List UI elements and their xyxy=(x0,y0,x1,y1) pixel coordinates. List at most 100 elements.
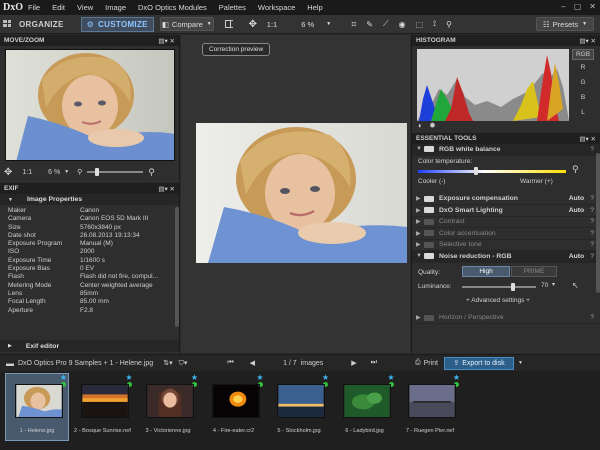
main-image[interactable] xyxy=(196,123,407,263)
luminance-value[interactable]: 70 xyxy=(541,282,548,289)
navigator-1-1-button[interactable]: 1:1 xyxy=(22,169,32,176)
maximize-button[interactable]: ▢ xyxy=(574,2,582,11)
panel-menu-icon[interactable]: ▤▾ ✕ xyxy=(158,37,175,45)
color-temp-slider[interactable] xyxy=(418,169,566,173)
channel-b[interactable]: B xyxy=(572,90,594,105)
zoom-1-1-button[interactable]: 1:1 xyxy=(264,17,280,31)
stepper-icon[interactable]: ▾ xyxy=(552,281,555,288)
zoom-percent-select[interactable]: 6 % ▼ xyxy=(298,17,334,31)
tool-toggle[interactable] xyxy=(424,218,434,225)
menu-image[interactable]: Image xyxy=(99,3,132,12)
tool-row[interactable]: ▶ Contrast? xyxy=(412,217,600,228)
tool-toggle[interactable] xyxy=(424,241,434,248)
white-balance-header[interactable]: ▼ RGB white balance ? xyxy=(412,144,600,156)
menu-workspace[interactable]: Workspace xyxy=(252,3,301,12)
zoom-out-icon[interactable]: ⚲ xyxy=(77,168,82,176)
panel-menu-icon[interactable]: ▤▾ ✕ xyxy=(158,185,175,193)
help-icon[interactable]: ? xyxy=(590,218,594,225)
star-icon[interactable]: ★ xyxy=(125,373,132,382)
export-to-disk-button[interactable]: ⇪ Export to disk xyxy=(443,356,514,370)
thumbnail-item[interactable]: ★ 1 - Helene.jpg xyxy=(5,373,69,440)
help-icon[interactable]: ? xyxy=(590,253,594,260)
navigator-zoom-slider[interactable] xyxy=(87,168,144,176)
help-icon[interactable]: ? xyxy=(590,230,594,237)
image-properties-header[interactable]: ▼ Image Properties xyxy=(0,194,179,205)
first-image-button[interactable]: ⏮ xyxy=(227,359,233,367)
eyedropper-icon[interactable]: ⚲ xyxy=(443,17,455,31)
thumbnail-item[interactable]: ★ 2 - Bosque Sunrise.nef xyxy=(71,373,135,440)
minimize-button[interactable]: – xyxy=(561,2,565,11)
sort-icon[interactable]: ⇅▾ xyxy=(163,359,172,367)
color-temp-handle[interactable] xyxy=(474,166,478,175)
straighten-icon[interactable]: ⟟ xyxy=(430,17,439,31)
exif-editor-header[interactable]: ▶ Exif editor xyxy=(0,340,179,352)
move-icon[interactable]: ✥ xyxy=(246,17,260,31)
panel-menu-icon[interactable]: ▤▾ ✕ xyxy=(579,135,596,143)
tab-customize[interactable]: ⚙ CUSTOMIZE xyxy=(80,16,154,32)
exif-scrollbar[interactable] xyxy=(175,207,179,327)
compare-button[interactable]: ◧ Compare ▼ xyxy=(159,17,214,31)
menu-palettes[interactable]: Palettes xyxy=(213,3,252,12)
move-icon[interactable]: ✥ xyxy=(4,167,12,178)
help-icon[interactable]: ? xyxy=(590,146,594,153)
tools-scrollbar[interactable] xyxy=(596,153,600,293)
tool-auto-label[interactable]: Auto xyxy=(569,207,584,214)
split-view-icon[interactable] xyxy=(222,17,236,31)
tool-row[interactable]: ▶ DxO Smart Lighting Auto? xyxy=(412,205,600,217)
luminance-slider[interactable] xyxy=(462,285,536,288)
filmstrip-path[interactable]: DxO Optics Pro 9 Samples + 1 - Helene.jp… xyxy=(18,360,153,367)
perspective-icon[interactable]: ⬚ xyxy=(413,17,427,31)
channel-rgb[interactable]: RGB xyxy=(572,49,594,60)
thumbnail-item[interactable]: ★ 6 - Ladybird.jpg xyxy=(333,373,397,440)
channel-r[interactable]: R xyxy=(572,60,594,75)
previous-image-button[interactable]: ◀ xyxy=(250,359,255,367)
star-icon[interactable]: ★ xyxy=(60,373,67,382)
tool-row[interactable]: ▶ Selective tone? xyxy=(412,240,600,251)
noise-auto-label[interactable]: Auto xyxy=(569,253,584,260)
luminance-handle[interactable] xyxy=(511,282,515,291)
quality-high-button[interactable]: High xyxy=(462,265,510,277)
dust-icon[interactable]: ✎ xyxy=(363,17,376,31)
tool-auto-label[interactable]: Auto xyxy=(569,195,584,202)
preview-cursor-icon[interactable]: ↖ xyxy=(572,281,579,290)
star-icon[interactable]: ★ xyxy=(322,373,329,382)
tool-toggle[interactable] xyxy=(424,207,434,214)
tool-row[interactable]: ▶ Color accentuation? xyxy=(412,228,600,240)
white-balance-toggle[interactable] xyxy=(424,146,434,153)
noise-reduction-toggle[interactable] xyxy=(424,253,434,260)
presets-button[interactable]: ☷ Presets ▼ xyxy=(536,17,594,31)
navigator-thumbnail[interactable] xyxy=(5,49,175,161)
help-icon[interactable]: ? xyxy=(590,207,594,214)
channel-g[interactable]: G xyxy=(572,75,594,90)
correction-preview-button[interactable]: Correction preview xyxy=(202,43,271,56)
red-eye-icon[interactable]: ◉ xyxy=(396,17,409,31)
highlight-clipping-icon[interactable]: ✹ xyxy=(429,121,436,130)
thumbnail-item[interactable]: ★ 5 - Stockholm.jpg xyxy=(267,373,331,440)
tool-row[interactable]: ▶ Exposure compensation Auto? xyxy=(412,194,600,205)
advanced-settings-toggle[interactable]: + Advanced settings + xyxy=(466,297,530,304)
navigator-zoom-value[interactable]: 6 % xyxy=(48,169,60,176)
menu-view[interactable]: View xyxy=(71,3,99,12)
zoom-in-icon[interactable]: ⚲ xyxy=(148,167,155,178)
menu-dxo-optics-modules[interactable]: DxO Optics Modules xyxy=(132,3,213,12)
tab-organize[interactable]: ORGANIZE xyxy=(14,17,69,32)
close-window-button[interactable]: ✕ xyxy=(589,2,596,11)
star-icon[interactable]: ★ xyxy=(256,373,263,382)
crop-icon[interactable]: ⌗ xyxy=(348,17,359,31)
horizon-toggle[interactable] xyxy=(424,314,434,321)
eyedropper-icon[interactable]: ⚲ xyxy=(572,164,579,175)
print-button[interactable]: ⎙ Print xyxy=(415,359,438,367)
thumbnail-item[interactable]: ★ 4 - Fire-eater.cr2 xyxy=(202,373,266,440)
thumbnail-item[interactable]: ★ 7 - Ruegen Pier.nef xyxy=(398,373,462,440)
menu-file[interactable]: File xyxy=(22,3,46,12)
horizon-icon[interactable]: ⟋ xyxy=(380,17,392,31)
last-image-button[interactable]: ⏭ xyxy=(371,359,377,367)
star-icon[interactable]: ★ xyxy=(387,373,394,382)
help-icon[interactable]: ? xyxy=(590,241,594,248)
thumbnail-item[interactable]: ★ 3 - Victorienne.jpg xyxy=(136,373,200,440)
help-icon[interactable]: ? xyxy=(590,314,594,321)
filter-icon[interactable]: ⛉▾ xyxy=(179,359,188,368)
quality-prime-button[interactable]: PRIME xyxy=(511,265,557,277)
slider-handle[interactable] xyxy=(95,168,100,176)
menu-edit[interactable]: Edit xyxy=(46,3,71,12)
